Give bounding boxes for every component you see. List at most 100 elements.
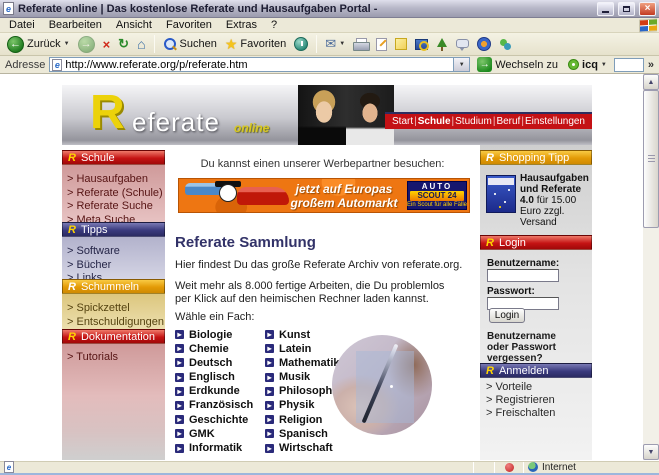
favorites-label: Favoriten (240, 38, 286, 50)
title-bar: e Referate online | Das kostenlose Refer… (0, 0, 659, 18)
nav-einstellungen[interactable]: Einstellungen (525, 116, 585, 127)
sidebar-link-referate-schule[interactable]: > Referate (Schule) (62, 187, 165, 201)
shopping-tip-body: Hausaufgaben und Referate 4.0 für 15.00 … (480, 165, 592, 229)
address-dropdown-button[interactable]: ▼ (453, 57, 469, 72)
sidebar-link-hausaufgaben[interactable]: > Hausaufgaben (62, 173, 165, 187)
close-button[interactable]: × (639, 2, 656, 16)
back-button[interactable]: ← Zurück ▼ (4, 35, 73, 54)
site-header: R eferate online Start | Schule | Studiu… (62, 85, 592, 145)
nav-studium[interactable]: Studium (455, 116, 492, 127)
address-input[interactable]: e http://www.referate.org/p/referate.htm… (49, 57, 470, 72)
notes-icon (395, 38, 407, 50)
subject-link-franzoesisch[interactable]: ▸Französisch (175, 400, 253, 411)
forward-button[interactable]: → (75, 35, 98, 54)
icq-search-input[interactable] (614, 58, 644, 72)
icq-bar-button[interactable]: icq ▼ (565, 58, 610, 72)
subject-link-religion[interactable]: ▸Religion (265, 414, 341, 425)
menu-bearbeiten[interactable]: Bearbeiten (42, 19, 109, 31)
subject-link-erdkunde[interactable]: ▸Erdkunde (175, 386, 253, 397)
scroll-up-button[interactable]: ▲ (643, 74, 659, 90)
menu-favoriten[interactable]: Favoriten (159, 19, 219, 31)
menu-datei[interactable]: Datei (2, 19, 42, 31)
section-title: Login (499, 237, 526, 249)
toolbar-overflow-chevron[interactable]: » (648, 59, 654, 71)
product-text: Hausaufgaben und Referate 4.0 für 15.00 … (520, 173, 588, 228)
scroll-down-button[interactable]: ▼ (643, 444, 659, 460)
subject-link-mathematik[interactable]: ▸Mathematik (265, 357, 341, 368)
sidebar-link-entschuldigungen[interactable]: > Entschuldigungen (62, 316, 165, 330)
sidebar-link-buecher[interactable]: > Bücher (62, 259, 165, 273)
minimize-icon (602, 10, 609, 13)
msn-button[interactable] (496, 37, 515, 52)
minimize-button[interactable] (597, 2, 614, 16)
vertical-scrollbar[interactable]: ▲ ▼ (643, 74, 659, 460)
subject-link-physik[interactable]: ▸Physik (265, 400, 341, 411)
sidebar-link-referate-suche[interactable]: > Referate Suche (62, 200, 165, 214)
icq-toolbar-button[interactable] (433, 37, 451, 52)
subject-link-wirtschaft[interactable]: ▸Wirtschaft (265, 443, 341, 454)
research-button[interactable] (412, 38, 431, 51)
red-car-graphic (237, 187, 289, 205)
autoscout-sub-label: Ein Scout für alle Fälle (407, 201, 467, 209)
section-header-tipps: R Tipps (62, 222, 165, 237)
subject-link-latein[interactable]: ▸Latein (265, 343, 341, 354)
username-field[interactable] (487, 269, 559, 282)
stop-button[interactable]: × (100, 36, 114, 53)
login-button[interactable]: Login (489, 308, 525, 323)
nav-start[interactable]: Start (392, 116, 413, 127)
subject-link-informatik[interactable]: ▸Informatik (175, 443, 253, 454)
sidebar-link-vorteile[interactable]: > Vorteile (480, 381, 592, 394)
anmelden-links: > Vorteile > Registrieren > Freischalten (480, 381, 592, 420)
messenger-button[interactable] (474, 36, 494, 52)
sidebar-link-spickzettel[interactable]: > Spickzettel (62, 302, 165, 316)
ie-favicon: e (52, 59, 62, 71)
address-url[interactable]: http://www.referate.org/p/referate.htm (65, 59, 247, 71)
status-left-pane: e (0, 461, 473, 473)
history-button[interactable] (291, 36, 311, 52)
restore-button[interactable] (618, 2, 635, 16)
scrollbar-thumb[interactable] (643, 90, 659, 228)
subject-link-gmk[interactable]: ▸GMK (175, 428, 253, 439)
mail-button[interactable]: ✉ ▼ (322, 35, 348, 53)
menu-hilfe[interactable]: ? (264, 19, 284, 31)
back-dropdown-icon: ▼ (64, 41, 70, 47)
notes-button[interactable] (392, 37, 410, 51)
sidebar-link-freischalten[interactable]: > Freischalten (480, 407, 592, 420)
sidebar-link-software[interactable]: > Software (62, 245, 165, 259)
subject-link-musik[interactable]: ▸Musik (265, 372, 341, 383)
arrow-bullet-icon: ▸ (175, 444, 184, 453)
subject-link-spanisch[interactable]: ▸Spanisch (265, 428, 341, 439)
menu-ansicht[interactable]: Ansicht (109, 19, 159, 31)
subject-link-deutsch[interactable]: ▸Deutsch (175, 357, 253, 368)
subject-link-geschichte[interactable]: ▸Geschichte (175, 414, 253, 425)
refresh-button[interactable]: ↻ (115, 35, 132, 53)
discuss-button[interactable] (453, 40, 472, 49)
arrow-bullet-icon: ▸ (175, 387, 184, 396)
go-button[interactable]: → Wechseln zu (474, 56, 561, 73)
subject-label: Biologie (189, 329, 232, 341)
product-box-image[interactable] (486, 175, 516, 213)
subject-link-chemie[interactable]: ▸Chemie (175, 343, 253, 354)
favorites-button[interactable]: ★ Favoriten (222, 35, 289, 54)
menu-extras[interactable]: Extras (219, 19, 264, 31)
subject-link-kunst[interactable]: ▸Kunst (265, 329, 341, 340)
forgot-password-link[interactable]: Benutzername oder Passwort vergessen? (487, 331, 563, 364)
search-button[interactable]: Suchen (160, 36, 220, 52)
subject-link-philosophie[interactable]: ▸Philosophie (265, 386, 341, 397)
autoscout-ad-banner[interactable]: jetzt auf Europas großem Automarkt AUTO … (178, 178, 470, 213)
section-body-tipps: > Software > Bücher > Links (62, 237, 165, 279)
arrow-bullet-icon: ▸ (265, 358, 274, 367)
subject-link-englisch[interactable]: ▸Englisch (175, 372, 253, 383)
sidebar-link-tutorials[interactable]: > Tutorials (62, 351, 165, 365)
sidebar-link-registrieren[interactable]: > Registrieren (480, 394, 592, 407)
mail-dropdown-icon: ▼ (339, 41, 345, 47)
chevron-down-icon: ▼ (459, 62, 465, 68)
nav-schule[interactable]: Schule (418, 116, 451, 127)
print-button[interactable] (350, 37, 371, 51)
arrow-bullet-icon: ▸ (175, 401, 184, 410)
security-zone-pane: Internet (524, 461, 659, 473)
subject-link-biologie[interactable]: ▸Biologie (175, 329, 253, 340)
edit-button[interactable] (373, 37, 390, 52)
home-button[interactable]: ⌂ (134, 35, 148, 53)
nav-beruf[interactable]: Beruf (496, 116, 520, 127)
